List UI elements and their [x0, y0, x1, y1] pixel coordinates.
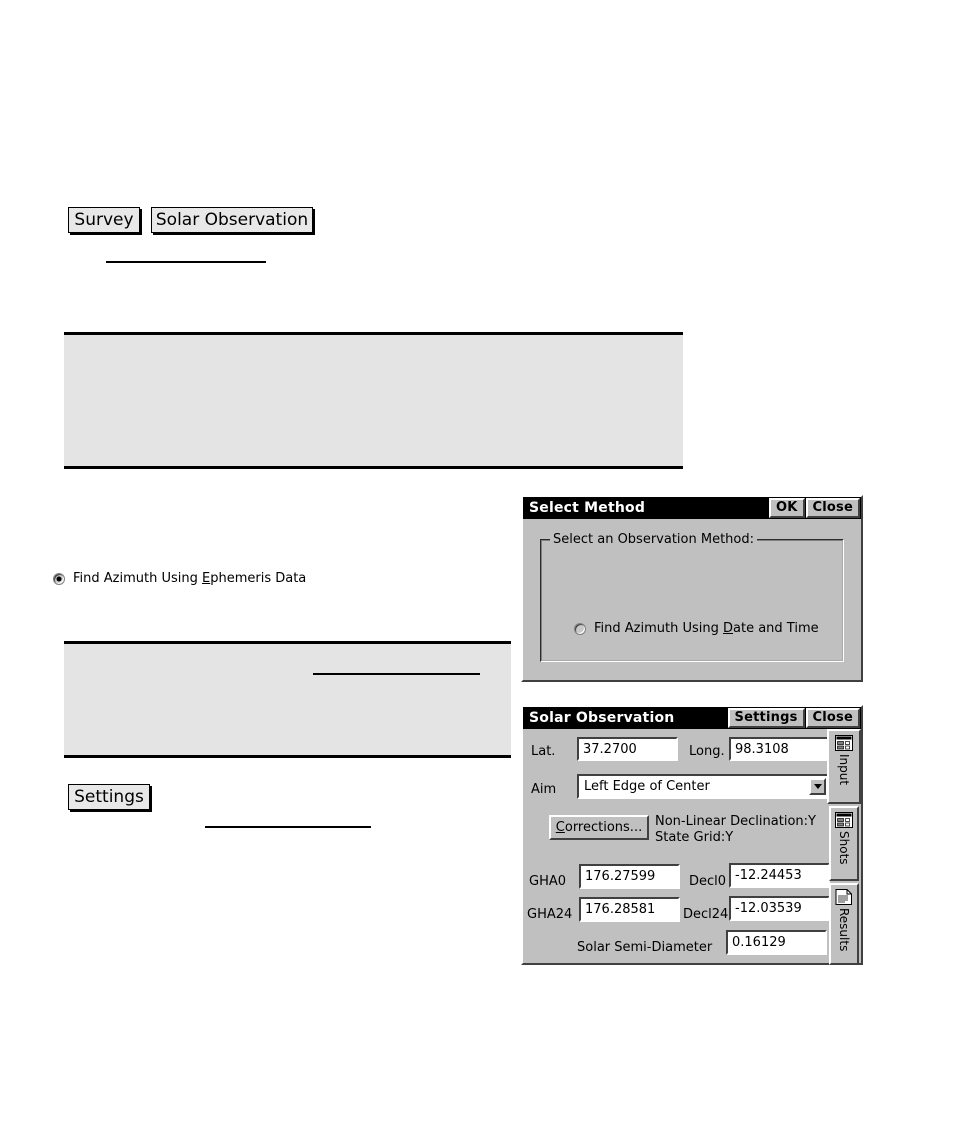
long-input[interactable]: 98.3108: [729, 737, 830, 761]
long-label: Long.: [689, 744, 725, 759]
select-method-ok-button[interactable]: OK: [768, 498, 805, 518]
corrections-status-line-2: State Grid:Y: [655, 830, 734, 845]
radio-ephemeris-label: Find Azimuth Using Ephemeris Data: [73, 571, 307, 586]
divider-rule-bottom: [205, 826, 371, 828]
form-window-icon: [835, 812, 853, 828]
divider-rule-inside-panel: [313, 673, 480, 675]
decl0-input[interactable]: -12.24453: [729, 863, 830, 888]
solar-observation-close-button[interactable]: Close: [805, 708, 860, 728]
gha24-input[interactable]: 176.28581: [579, 897, 680, 922]
select-method-titlebar: Select Method OK Close: [523, 497, 861, 519]
doc-button-solar-observation-label: Solar Observation: [155, 210, 309, 230]
doc-button-settings[interactable]: Settings: [68, 784, 150, 810]
tab-results-label: Results: [837, 908, 851, 952]
select-method-title: Select Method: [529, 500, 646, 516]
doc-button-settings-label: Settings: [74, 787, 144, 807]
document-lines-icon: [835, 889, 852, 905]
tab-strip: Input Shots Results: [825, 729, 861, 983]
tab-input-label: Input: [837, 754, 851, 786]
chevron-down-icon[interactable]: [809, 778, 826, 795]
decl24-input[interactable]: -12.03539: [729, 896, 830, 921]
select-method-dialog: Select Method OK Close Select an Observa…: [53, 495, 863, 682]
radio-date-time-label: Find Azimuth Using Date and Time: [594, 621, 819, 636]
divider-rule-top: [106, 261, 266, 263]
select-method-close-button[interactable]: Close: [805, 498, 860, 518]
gha24-label: GHA24: [527, 907, 573, 922]
doc-button-survey[interactable]: Survey: [68, 207, 140, 233]
content-placeholder-panel-2: [64, 641, 511, 758]
doc-button-solar-observation[interactable]: Solar Observation: [151, 207, 313, 233]
aim-combobox-value: Left Edge of Center: [584, 779, 710, 794]
observation-method-groupbox-legend: Select an Observation Method:: [550, 532, 758, 547]
corrections-status-line-1: Non-Linear Declination:Y: [655, 814, 816, 829]
form-window-icon: [835, 735, 853, 751]
lat-label: Lat.: [531, 744, 556, 759]
solar-observation-title: Solar Observation: [529, 710, 675, 726]
decl0-label: Decl0: [689, 874, 727, 889]
gha0-input[interactable]: 176.27599: [579, 864, 680, 889]
gha0-label: GHA0: [529, 874, 567, 889]
aim-label: Aim: [531, 782, 557, 797]
tab-strip-filler: [829, 965, 859, 983]
lat-input[interactable]: 37.2700: [577, 737, 678, 761]
decl24-label: Decl24: [683, 907, 729, 922]
radio-ephemeris-indicator[interactable]: [53, 572, 65, 585]
solar-observation-dialog: Solar Observation Settings Close Lat. 37…: [521, 705, 863, 983]
content-placeholder-panel-1: [64, 332, 683, 469]
radio-option-date-and-time[interactable]: Find Azimuth Using Date and Time: [574, 621, 819, 636]
radio-option-ephemeris-data[interactable]: Find Azimuth Using Ephemeris Data: [53, 571, 306, 586]
tab-shots-label: Shots: [837, 831, 851, 865]
radio-date-time-indicator[interactable]: [574, 622, 586, 635]
corrections-button-label: Corrections...: [555, 820, 643, 835]
solar-observation-titlebar: Solar Observation Settings Close: [523, 707, 861, 729]
corrections-button[interactable]: Corrections...: [549, 815, 649, 840]
solar-semi-diameter-input[interactable]: 0.16129: [726, 930, 827, 955]
solar-semi-diameter-label: Solar Semi-Diameter: [577, 940, 713, 955]
aim-combobox[interactable]: Left Edge of Center: [577, 774, 830, 799]
observation-method-groupbox: Select an Observation Method:: [540, 532, 844, 662]
doc-button-survey-label: Survey: [74, 210, 134, 230]
tab-shots[interactable]: Shots: [829, 806, 859, 881]
solar-observation-settings-button[interactable]: Settings: [727, 708, 805, 728]
tab-results[interactable]: Results: [829, 883, 859, 965]
tab-input[interactable]: Input: [827, 729, 861, 804]
